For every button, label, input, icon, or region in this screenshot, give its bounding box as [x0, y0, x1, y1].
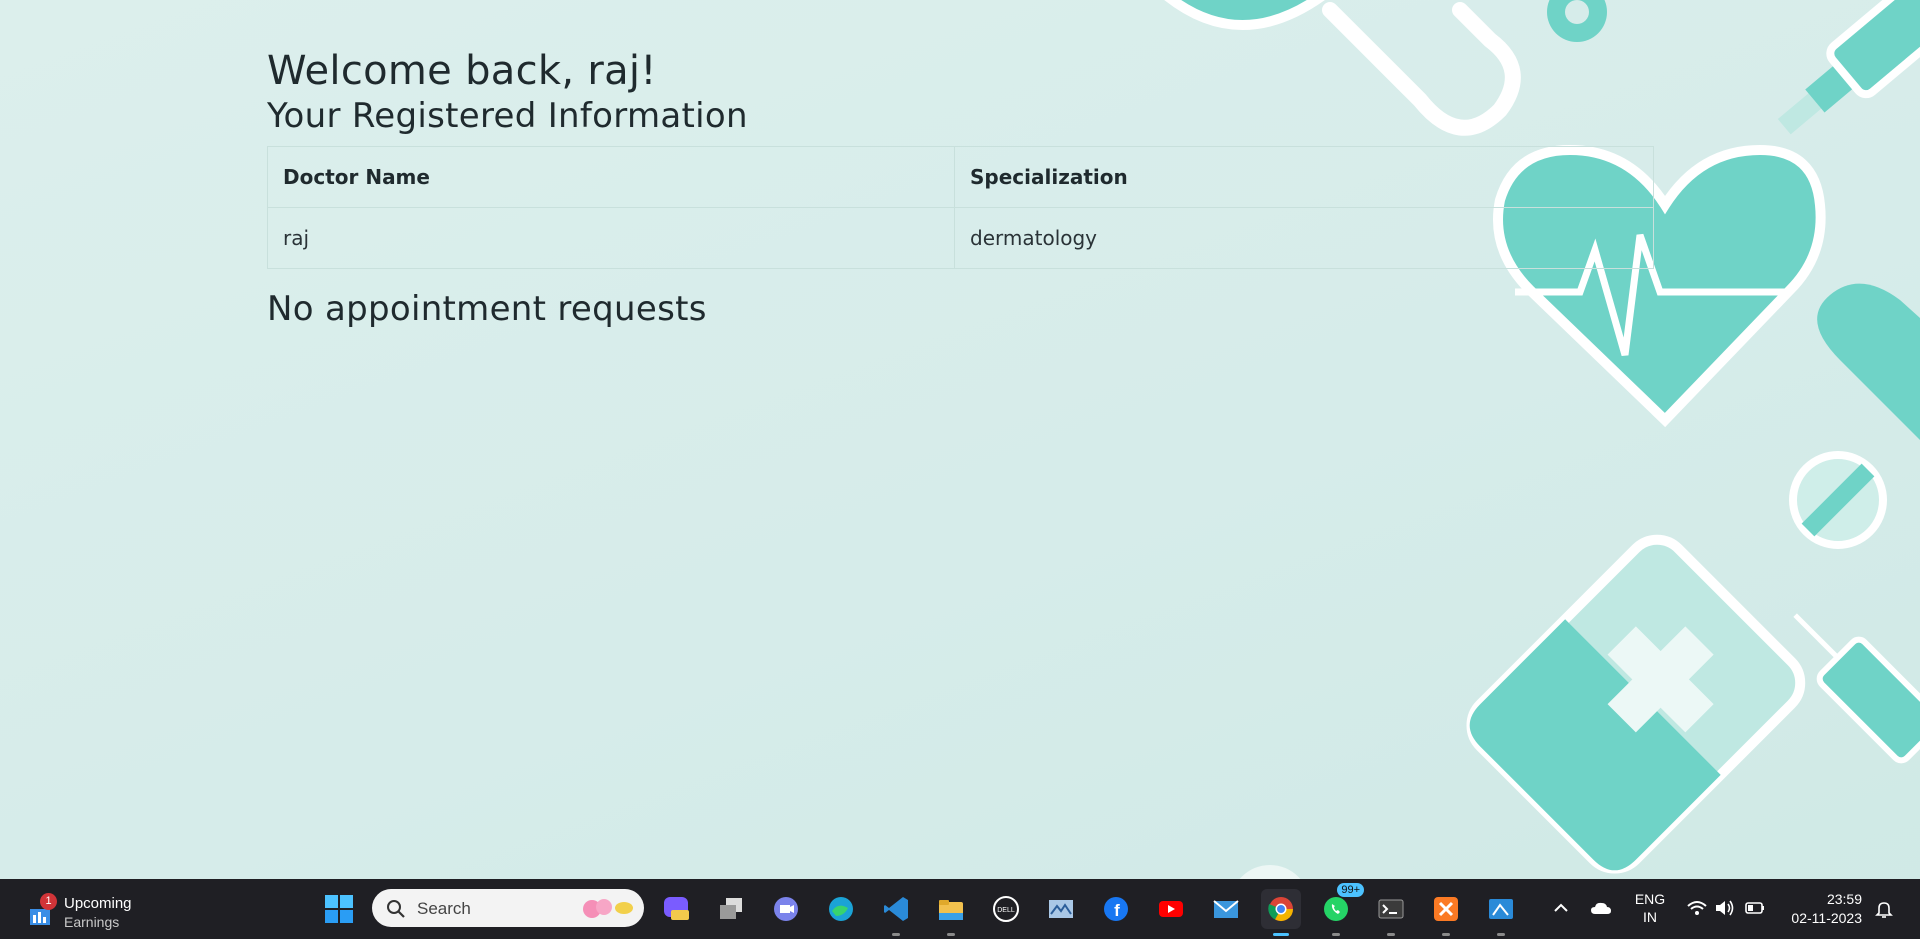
welcome-heading: Welcome back, raj!	[267, 48, 657, 94]
search-placeholder: Search	[417, 899, 471, 918]
language-region: IN	[1643, 909, 1657, 925]
file-explorer-button[interactable]	[931, 889, 971, 936]
task-view-button[interactable]	[711, 889, 751, 929]
whatsapp-icon	[1324, 897, 1348, 921]
chrome-icon	[1268, 897, 1293, 922]
chrome-button[interactable]	[1261, 889, 1301, 936]
facebook-icon: f	[1104, 897, 1128, 921]
medicine-capsule-icon	[1466, 534, 1806, 874]
doctor-name-header: Doctor Name	[267, 146, 955, 208]
clock-date: 02-11-2023	[1791, 910, 1862, 926]
edge-button[interactable]	[821, 889, 861, 929]
doctor-name-cell: raj	[267, 207, 955, 269]
mail-icon	[1213, 900, 1239, 918]
syringe-icon	[1777, 0, 1920, 135]
whatsapp-badge: 99+	[1337, 883, 1364, 897]
youtube-icon	[1159, 901, 1183, 917]
clock-time: 23:59	[1826, 891, 1862, 907]
start-button[interactable]	[319, 889, 359, 929]
paint-icon	[1489, 899, 1513, 919]
widget-title: Upcoming	[64, 895, 132, 912]
paint-button[interactable]	[1481, 889, 1521, 936]
onedrive-icon[interactable]	[1590, 900, 1612, 916]
search-highlight-icon	[583, 899, 633, 918]
terminal-button[interactable]	[1371, 889, 1411, 936]
battery-icon[interactable]	[1744, 900, 1766, 916]
notification-badge: 1	[40, 893, 57, 910]
facebook-button[interactable]: f	[1096, 889, 1136, 929]
svg-text:f: f	[1114, 901, 1120, 920]
widget-subtitle: Earnings	[64, 914, 120, 930]
photos-icon	[1049, 900, 1073, 918]
main-content: Welcome back, raj! Your Registered Infor…	[267, 48, 1657, 329]
vscode-icon	[884, 897, 908, 921]
taskbar-search[interactable]: Search	[372, 889, 644, 927]
edge-icon	[829, 897, 853, 921]
photos-button[interactable]	[1041, 889, 1081, 929]
table-header-row: Doctor Name Specialization	[267, 146, 1654, 208]
copilot-icon	[664, 897, 689, 920]
dell-button[interactable]: DELL	[986, 889, 1026, 929]
terminal-icon	[1378, 899, 1404, 919]
clock[interactable]: 23:59 02-11-2023	[1782, 890, 1862, 928]
specialization-header: Specialization	[954, 146, 1654, 208]
notification-bell-icon[interactable]	[1874, 899, 1894, 919]
pill-icon	[1817, 283, 1920, 440]
task-view-icon	[720, 898, 742, 919]
language-indicator[interactable]: ENG IN	[1630, 890, 1670, 926]
xampp-icon	[1434, 897, 1458, 921]
wifi-icon[interactable]	[1686, 899, 1708, 917]
bottom-circle-decor	[1239, 865, 1301, 879]
teams-icon	[774, 897, 798, 921]
weather-widget[interactable]: 1 Upcoming Earnings	[24, 887, 164, 931]
table-row: raj dermatology	[267, 207, 1654, 269]
syringe-bottom-icon	[1793, 613, 1920, 764]
round-pill-icon	[1789, 451, 1887, 549]
specialization-cell: dermatology	[954, 207, 1654, 269]
language-code: ENG	[1634, 891, 1666, 907]
dell-icon: DELL	[993, 896, 1019, 922]
file-explorer-icon	[939, 900, 963, 920]
youtube-button[interactable]	[1151, 889, 1191, 929]
teams-button[interactable]	[766, 889, 806, 929]
taskbar: 1 Upcoming Earnings Search DELL f 99+ EN…	[0, 879, 1920, 939]
volume-icon[interactable]	[1714, 899, 1736, 917]
app-page: Welcome back, raj! Your Registered Infor…	[0, 0, 1920, 879]
vscode-button[interactable]	[876, 889, 916, 936]
xampp-button[interactable]	[1426, 889, 1466, 936]
registered-info-heading: Your Registered Information	[267, 96, 748, 136]
copilot-button[interactable]	[656, 889, 696, 929]
chevron-up-icon[interactable]	[1552, 901, 1570, 915]
registered-info-table: Doctor Name Specialization raj dermatolo…	[267, 146, 1654, 269]
mail-button[interactable]	[1206, 889, 1246, 929]
whatsapp-button[interactable]: 99+	[1316, 883, 1364, 936]
no-appointments-message: No appointment requests	[267, 289, 707, 329]
svg-text:DELL: DELL	[997, 907, 1015, 914]
search-icon	[387, 900, 405, 918]
windows-start-icon	[325, 895, 353, 923]
